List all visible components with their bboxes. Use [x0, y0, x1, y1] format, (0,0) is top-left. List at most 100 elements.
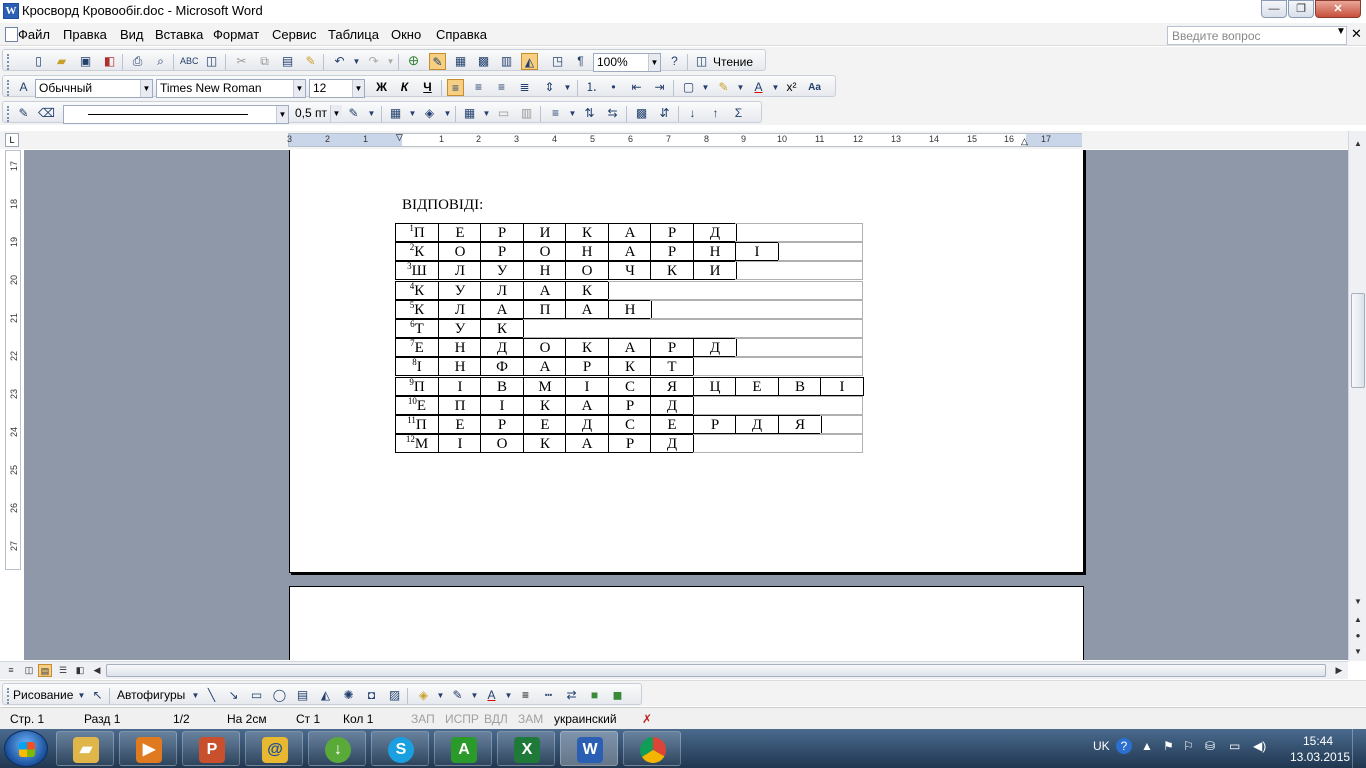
crossword-cell[interactable]: Л — [480, 281, 524, 300]
crossword-cell[interactable]: К — [565, 281, 609, 300]
crossword-cell[interactable]: 3Ш — [395, 261, 439, 280]
taskbar-green-app[interactable]: A — [434, 731, 492, 766]
taskbar-powerpoint[interactable]: P — [182, 731, 240, 766]
document-close-icon[interactable]: ✕ — [1351, 26, 1362, 42]
help-icon[interactable]: ? — [666, 53, 683, 70]
crossword-cell[interactable]: У — [480, 261, 524, 280]
scroll-left-icon[interactable]: ◀ — [90, 664, 104, 677]
horizontal-ruler[interactable]: 3 2 1 1 2 3 4 5 6 7 8 9 10 11 12 13 14 1… — [287, 132, 1082, 147]
autoshapes-menu-button[interactable]: Автофигуры — [117, 688, 185, 702]
menu-edit[interactable]: Правка — [63, 27, 107, 42]
crossword-cell[interactable]: Д — [650, 396, 694, 415]
menu-table[interactable]: Таблица — [328, 27, 379, 42]
crossword-cell[interactable]: Ф — [480, 357, 524, 376]
table-autoformat-icon[interactable]: ▩ — [633, 105, 650, 122]
change-case-icon[interactable]: Aa — [806, 79, 823, 96]
crossword-cell[interactable]: А — [523, 357, 567, 376]
crossword-table[interactable]: 1П Е Р И К А Р Д 2К О Р О Н А Р Н І 3Ш Л У Н О Ч К И 4К У Л А К 5К Л А П А… — [395, 223, 865, 453]
crossword-cell[interactable]: Н — [438, 338, 482, 357]
bullets-icon[interactable]: • — [605, 79, 622, 96]
outside-border-icon[interactable]: ▦ — [387, 105, 404, 122]
crossword-cell[interactable]: А — [608, 338, 652, 357]
font-size-select[interactable]: 12 ▼ — [309, 79, 365, 98]
line-weight-select[interactable]: 0,5 пт ▼ — [292, 105, 342, 124]
crossword-cell[interactable]: Н — [438, 357, 482, 376]
taskbar-skype[interactable]: S — [371, 731, 429, 766]
hyperlink-icon[interactable]: 🜨 — [405, 53, 422, 70]
text-direction-icon[interactable]: ⇵ — [656, 105, 673, 122]
print-layout-icon[interactable]: ▤ — [38, 664, 52, 677]
crossword-cell[interactable]: Р — [565, 357, 609, 376]
chevron-down-icon[interactable]: ▼ — [439, 105, 456, 122]
menu-help[interactable]: Справка — [436, 27, 487, 42]
crossword-cell[interactable]: Я — [778, 415, 822, 434]
action-center-icon[interactable]: ⚐ — [1183, 739, 1194, 753]
distribute-rows-icon[interactable]: ⇅ — [581, 105, 598, 122]
chevron-down-icon[interactable]: ▼ — [697, 79, 714, 96]
language-indicator[interactable]: UK — [1093, 739, 1110, 753]
crossword-cell[interactable]: К — [608, 357, 652, 376]
vertical-ruler[interactable]: 17 18 19 20 21 22 23 24 25 26 27 — [5, 150, 21, 570]
dash-style-icon[interactable]: ┅ — [540, 687, 557, 704]
insert-table-icon[interactable]: ▦ — [452, 53, 469, 70]
insert-picture-icon[interactable]: ▨ — [386, 687, 403, 704]
taskbar-excel[interactable]: X — [497, 731, 555, 766]
decrease-indent-icon[interactable]: ⇤ — [628, 79, 645, 96]
align-left-icon[interactable]: ≡ — [447, 79, 464, 96]
taskbar-chrome[interactable] — [623, 731, 681, 766]
web-view-icon[interactable]: ◫ — [22, 664, 36, 677]
help-tray-icon[interactable]: ? — [1116, 738, 1132, 754]
chevron-down-icon[interactable]: ▼ — [276, 106, 288, 123]
horizontal-scroll-thumb[interactable] — [106, 664, 1326, 677]
line-style-select[interactable]: ▼ — [63, 105, 289, 124]
crossword-cell[interactable]: О — [438, 242, 482, 261]
chevron-down-icon[interactable]: ▼ — [363, 105, 380, 122]
styles-icon[interactable]: A — [15, 79, 32, 96]
autosum-icon[interactable]: Σ — [730, 105, 747, 122]
crossword-cell[interactable]: С — [608, 415, 652, 434]
spelling-icon[interactable]: ABC — [180, 53, 199, 70]
reading-view-icon[interactable]: ◧ — [73, 664, 87, 677]
status-page[interactable]: Стр. 1 — [10, 712, 44, 726]
redo-icon[interactable]: ↷ — [365, 53, 382, 70]
crossword-cell[interactable]: І — [820, 377, 864, 396]
crossword-cell[interactable]: І — [565, 377, 609, 396]
next-page-icon[interactable]: ▼ — [1352, 647, 1364, 656]
document-page-2[interactable] — [289, 586, 1084, 660]
crossword-cell[interactable]: Д — [693, 338, 737, 357]
crossword-cell[interactable]: Д — [735, 415, 779, 434]
drawing-icon[interactable]: ◭ — [521, 53, 538, 70]
crossword-cell[interactable]: Ц — [693, 377, 737, 396]
insert-table-icon[interactable]: ▦ — [461, 105, 478, 122]
scroll-thumb[interactable] — [1351, 293, 1365, 388]
increase-indent-icon[interactable]: ⇥ — [651, 79, 668, 96]
oval-tool-icon[interactable]: ◯ — [271, 687, 288, 704]
crossword-cell[interactable]: Н — [693, 242, 737, 261]
zoom-select[interactable]: 100% ▼ — [593, 53, 661, 72]
status-position[interactable]: На 2см — [227, 712, 267, 726]
crossword-cell[interactable]: И — [523, 223, 567, 242]
crossword-cell[interactable]: О — [523, 338, 567, 357]
start-button[interactable] — [4, 730, 48, 767]
crossword-cell[interactable]: М — [523, 377, 567, 396]
crossword-cell[interactable]: 6Т — [395, 319, 439, 338]
diagram-icon[interactable]: ✺ — [340, 687, 357, 704]
text-box-icon[interactable]: ▤ — [294, 687, 311, 704]
clock[interactable]: 15:44 13.03.2015 — [1290, 733, 1350, 765]
document-workspace[interactable]: ВІДПОВІДІ: 1П Е Р И К А Р Д 2К О Р О Н А Р Н І 3Ш Л У Н О Ч К И 4… — [24, 150, 1348, 660]
menu-tools[interactable]: Сервис — [272, 27, 317, 42]
crossword-cell[interactable]: 10Е — [395, 396, 439, 415]
crossword-cell[interactable]: Е — [650, 415, 694, 434]
status-record-macro[interactable]: ЗАП — [411, 712, 435, 726]
taskbar-mail[interactable]: @ — [245, 731, 303, 766]
crossword-cell[interactable]: Т — [650, 357, 694, 376]
show-hidden-icons[interactable]: ▲ — [1141, 739, 1153, 753]
status-overtype[interactable]: ЗАМ — [518, 712, 543, 726]
border-color-icon[interactable]: ✎ — [345, 105, 362, 122]
crossword-cell[interactable]: П — [438, 396, 482, 415]
chevron-down-icon[interactable]: ▼ — [187, 687, 204, 704]
crossword-cell[interactable]: К — [565, 223, 609, 242]
toolbar-grip[interactable] — [7, 80, 10, 96]
first-line-indent-marker[interactable]: ▽ — [396, 132, 403, 143]
show-hide-icon[interactable]: ¶ — [572, 53, 589, 70]
